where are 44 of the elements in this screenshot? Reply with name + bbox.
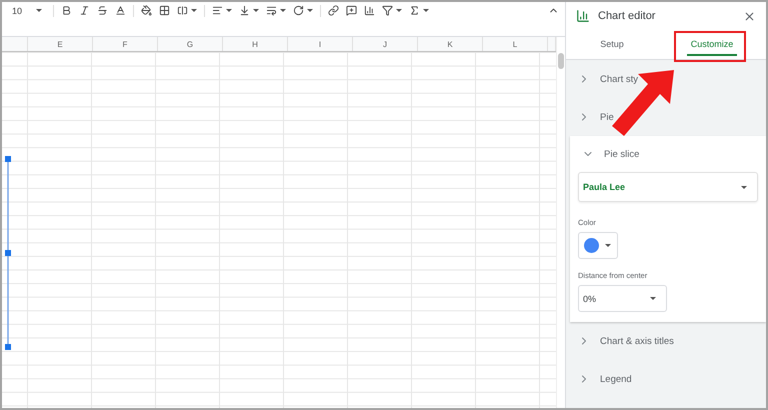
wrap-icon[interactable] bbox=[266, 5, 286, 16]
column-header[interactable]: E bbox=[28, 37, 93, 51]
borders-icon[interactable] bbox=[159, 5, 170, 16]
section-header[interactable]: Legend bbox=[566, 360, 766, 398]
merge-icon[interactable] bbox=[177, 5, 198, 16]
panel-title: Chart editor bbox=[598, 10, 656, 22]
align-icon[interactable] bbox=[212, 5, 232, 16]
tab[interactable]: Customize bbox=[686, 34, 738, 56]
column-header[interactable]: I bbox=[288, 37, 353, 51]
rotate-icon[interactable] bbox=[293, 5, 314, 16]
paint-bucket-icon[interactable] bbox=[141, 5, 152, 16]
filter-icon[interactable] bbox=[382, 5, 402, 16]
series-dropdown[interactable]: Paula Lee bbox=[578, 172, 758, 202]
highlight-frame bbox=[674, 31, 746, 62]
comment-icon[interactable] bbox=[346, 5, 358, 16]
close-icon[interactable] bbox=[743, 10, 756, 22]
tab[interactable]: Setup bbox=[596, 34, 628, 56]
bold-icon[interactable] bbox=[61, 5, 72, 16]
link-icon[interactable] bbox=[328, 5, 340, 16]
chart-icon[interactable] bbox=[364, 5, 376, 16]
caret-icon bbox=[605, 244, 611, 247]
section-header[interactable]: Chart & axis titles bbox=[566, 322, 766, 360]
strikethrough-icon[interactable] bbox=[97, 5, 108, 16]
distance-dropdown[interactable]: 0% bbox=[578, 285, 667, 312]
chart-icon bbox=[576, 9, 590, 23]
vertical-align-icon[interactable] bbox=[239, 5, 260, 16]
column-header[interactable]: J bbox=[353, 37, 418, 51]
column-header[interactable]: H bbox=[223, 37, 288, 51]
sigma-icon[interactable] bbox=[409, 5, 430, 16]
caret-icon bbox=[650, 297, 656, 300]
text-color-icon[interactable] bbox=[115, 5, 126, 16]
section-header[interactable]: Pie slice bbox=[570, 136, 766, 172]
section-header[interactable]: Pie bbox=[566, 98, 766, 136]
chart-selection-handles[interactable] bbox=[4, 156, 12, 350]
italic-icon[interactable] bbox=[79, 5, 90, 16]
color-picker[interactable] bbox=[578, 232, 618, 259]
section-header[interactable]: Chart sty bbox=[566, 60, 766, 98]
scrollbar-thumb[interactable] bbox=[558, 53, 564, 69]
column-header[interactable]: G bbox=[158, 37, 223, 51]
caret-icon bbox=[741, 186, 747, 188]
column-header[interactable]: L bbox=[483, 37, 548, 51]
font-size-dropdown[interactable]: 10 bbox=[8, 6, 46, 16]
column-header[interactable]: K bbox=[418, 37, 483, 51]
column-header[interactable]: F bbox=[93, 37, 158, 51]
